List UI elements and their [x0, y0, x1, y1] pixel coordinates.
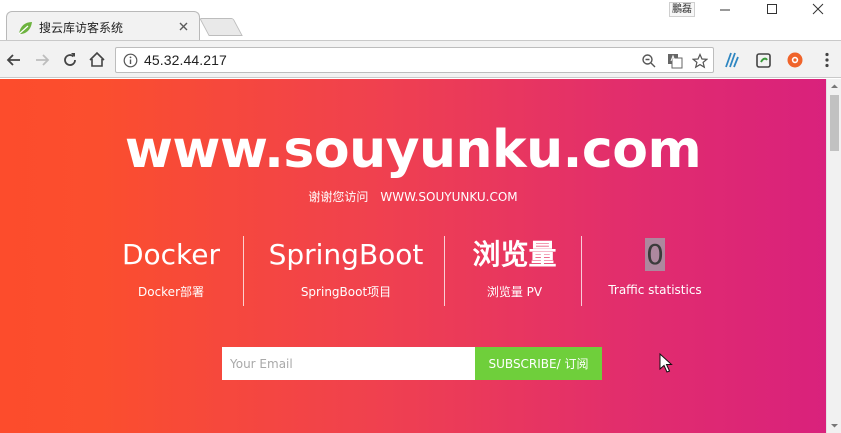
- email-field[interactable]: [222, 347, 475, 380]
- mouse-cursor-icon: [659, 353, 673, 373]
- maximize-button[interactable]: [749, 0, 795, 18]
- page-scrollbar[interactable]: [826, 79, 841, 433]
- stat-label: 浏览量 PV: [486, 285, 543, 299]
- landing-page: www.souyunku.com 谢谢您访问 WWW.SOUYUNKU.COM D…: [0, 79, 826, 433]
- scroll-down-icon[interactable]: [830, 421, 839, 430]
- browser-toolbar: 45.32.44.217: [0, 40, 841, 78]
- stat-docker: Docker Docker部署: [106, 235, 236, 307]
- subtitle-cn: 谢谢您访问: [308, 190, 369, 204]
- reload-icon[interactable]: [60, 50, 80, 70]
- traffic-count: 0: [645, 238, 665, 271]
- stat-value: 浏览量: [472, 238, 557, 271]
- stat-divider: [444, 236, 445, 306]
- close-window-button[interactable]: [795, 0, 841, 18]
- profile-badge[interactable]: 鵬磊: [669, 2, 695, 17]
- stat-value: SpringBoot: [268, 238, 424, 271]
- stat-pageviews: 浏览量 浏览量 PV: [459, 235, 570, 307]
- translate-icon[interactable]: [667, 53, 683, 69]
- close-tab-icon[interactable]: [177, 20, 190, 33]
- home-icon[interactable]: [87, 50, 107, 70]
- stat-divider: [243, 236, 244, 306]
- stat-label: Traffic statistics: [608, 283, 702, 297]
- maximize-icon: [767, 4, 777, 14]
- traffic-counter: 0: [595, 235, 715, 275]
- url-text[interactable]: 45.32.44.217: [144, 52, 227, 68]
- stat-springboot: SpringBoot SpringBoot项目: [260, 235, 432, 307]
- new-tab-button[interactable]: [199, 18, 243, 36]
- subscribe-button[interactable]: SUBSCRIBE/ 订阅: [475, 347, 602, 380]
- back-icon[interactable]: [4, 50, 24, 70]
- page-subtitle: 谢谢您访问 WWW.SOUYUNKU.COM: [0, 188, 826, 205]
- close-icon: [812, 3, 824, 15]
- stats-row: Docker Docker部署 SpringBoot SpringBoot项目 …: [0, 235, 826, 307]
- ext-a-icon[interactable]: [723, 51, 741, 69]
- scroll-thumb[interactable]: [830, 95, 839, 151]
- subtitle-en: WWW.SOUYUNKU.COM: [380, 190, 518, 204]
- subscribe-form: SUBSCRIBE/ 订阅: [222, 347, 602, 380]
- forward-icon[interactable]: [32, 50, 52, 70]
- stat-label: SpringBoot项目: [300, 285, 392, 299]
- page-title: www.souyunku.com: [124, 120, 702, 180]
- zoom-icon[interactable]: [641, 53, 657, 69]
- stat-traffic: 0 Traffic statistics: [595, 235, 715, 307]
- address-bar[interactable]: 45.32.44.217: [115, 47, 714, 73]
- leaf-icon: [18, 22, 32, 35]
- scroll-up-icon[interactable]: [830, 82, 839, 91]
- stat-value: Docker: [121, 238, 221, 271]
- browser-titlebar: 搜云库访客系统 鵬磊: [0, 0, 841, 41]
- star-icon[interactable]: [692, 53, 708, 69]
- stat-divider: [581, 236, 582, 306]
- ext-orange-icon[interactable]: [786, 51, 804, 69]
- stat-label: Docker部署: [137, 285, 205, 299]
- minimize-button[interactable]: [702, 0, 748, 18]
- tab-title: 搜云库访客系统: [39, 21, 124, 35]
- info-icon[interactable]: [123, 53, 138, 68]
- menu-icon[interactable]: [818, 51, 836, 69]
- ext-evernote-icon[interactable]: [755, 51, 773, 69]
- minimize-icon: [720, 9, 730, 11]
- browser-tab[interactable]: 搜云库访客系统: [6, 11, 200, 41]
